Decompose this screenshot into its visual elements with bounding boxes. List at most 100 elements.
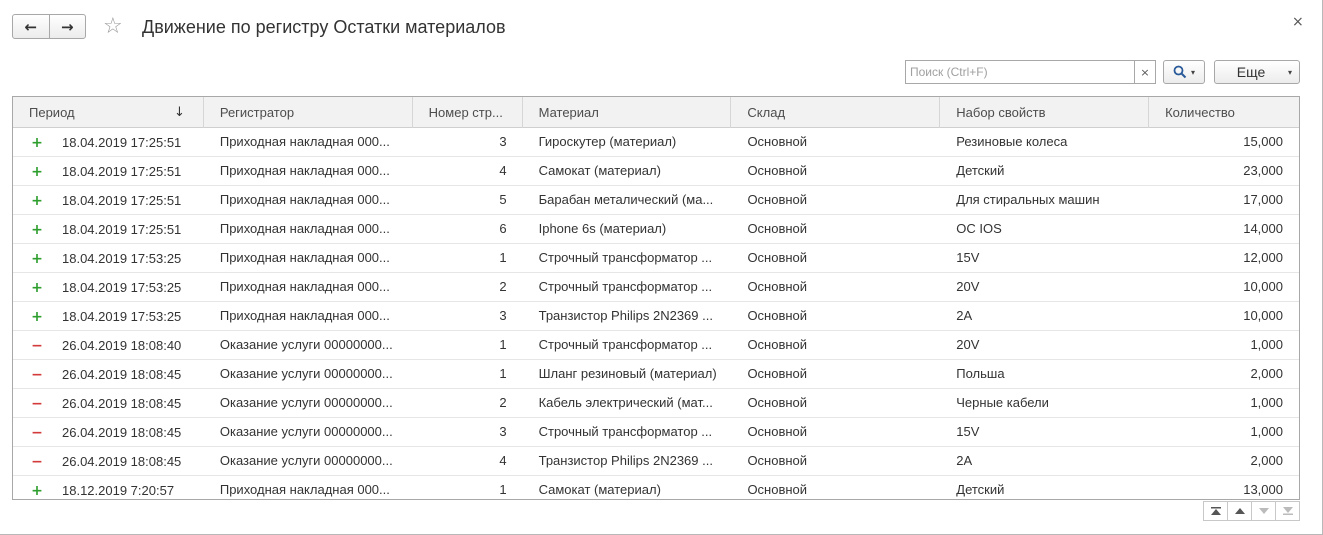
table-row[interactable]: − 26.04.2019 18:08:45 Оказание услуги 0000… [13,447,1299,476]
table-row[interactable]: +18.04.2019 17:53:25 Приходная накладная … [13,244,1299,273]
receipt-plus-icon: + [31,308,43,325]
quantity-cell: 17,000 [1243,192,1283,207]
first-page-button[interactable] [1204,502,1227,520]
line-number-cell: 3 [499,134,507,149]
more-button[interactable]: Еще ▾ [1214,60,1300,84]
quantity-cell: 12,000 [1243,250,1283,265]
expense-minus-icon: − [31,395,43,412]
properties-cell: Для стиральных машин [956,192,1100,207]
column-header-properties[interactable]: Набор свойств [940,97,1150,128]
line-number-cell: 5 [499,192,507,207]
registrar-cell: Оказание услуги 00000000... [219,395,393,410]
material-cell: Строчный трансформатор ... [538,424,713,439]
material-cell: Транзистор Philips 2N2369 ... [538,453,713,468]
warehouse-cell: Основной [747,308,808,323]
table-row[interactable]: − 26.04.2019 18:08:45 Оказание услуги 0000… [13,360,1299,389]
search-clear-button[interactable]: × [1134,61,1155,83]
period-text: 26.04.2019 18:08:45 [62,395,182,411]
period-text: 26.04.2019 18:08:45 [62,366,182,382]
previous-page-button[interactable] [1227,502,1251,520]
back-button[interactable]: ← [13,15,49,38]
arrow-right-icon: → [60,17,74,36]
registrar-cell: Приходная накладная 000... [219,482,390,497]
warehouse-cell: Основной [747,250,808,265]
period-text: 18.04.2019 17:53:25 [62,308,182,324]
table-row[interactable]: +18.04.2019 17:25:51 Приходная накладная … [13,128,1299,157]
registrar-cell: Приходная накладная 000... [219,221,390,236]
receipt-plus-icon: + [31,221,43,238]
line-number-cell: 1 [499,366,507,381]
period-text: 18.04.2019 17:25:51 [62,134,182,150]
column-header-warehouse[interactable]: Склад [731,97,941,128]
period-cell: − 26.04.2019 18:08:45 [13,447,204,476]
properties-cell: 15V [956,424,980,439]
material-cell: Строчный трансформатор ... [538,250,713,265]
quantity-cell: 23,000 [1243,163,1283,178]
line-number-cell: 1 [499,482,507,497]
material-cell: Транзистор Philips 2N2369 ... [538,308,713,323]
table-header: Период ↓ Регистратор Номер стр... Матери… [13,97,1299,128]
table-row[interactable]: − 26.04.2019 18:08:40 Оказание услуги 0000… [13,331,1299,360]
material-cell: Гироскутер (материал) [538,134,677,149]
table-row[interactable]: +18.04.2019 17:53:25 Приходная накладная … [13,273,1299,302]
properties-cell: 15V [956,250,980,265]
line-number-cell: 4 [499,163,507,178]
receipt-plus-icon: + [31,279,43,296]
period-cell: − 26.04.2019 18:08:45 [13,418,204,447]
expense-minus-icon: − [31,424,43,441]
quantity-cell: 1,000 [1250,424,1283,439]
search-input[interactable] [906,61,1134,83]
warehouse-cell: Основной [747,366,808,381]
quantity-cell: 1,000 [1250,395,1283,410]
table-row[interactable]: +18.04.2019 17:25:51 Приходная накладная … [13,215,1299,244]
search-box: × [905,60,1156,84]
table-row[interactable]: +18.04.2019 17:53:25 Приходная накладная … [13,302,1299,331]
receipt-plus-icon: + [31,250,43,267]
last-page-button[interactable] [1275,502,1299,520]
next-page-icon [1258,508,1269,514]
material-cell: Iphone 6s (материал) [538,221,667,236]
table-row[interactable]: − 26.04.2019 18:08:45 Оказание услуги 0000… [13,418,1299,447]
material-cell: Строчный трансформатор ... [538,279,713,294]
properties-cell: Резиновые колеса [956,134,1068,149]
forward-button[interactable]: → [48,15,86,38]
column-header-label: Период [29,105,75,120]
sort-descending-icon: ↓ [173,105,185,120]
navigation-buttons: ← → [12,14,86,39]
properties-cell: Черные кабели [956,395,1049,410]
registrar-cell: Приходная накладная 000... [219,279,390,294]
period-cell: +18.04.2019 17:53:25 [13,273,204,302]
column-header-material[interactable]: Материал [523,97,732,128]
arrow-left-icon: ← [24,17,38,36]
close-icon[interactable]: × [1292,14,1304,30]
period-cell: +18.12.2019 7:20:57 [13,476,204,499]
quantity-cell: 10,000 [1243,279,1283,294]
registrar-cell: Приходная накладная 000... [219,192,390,207]
line-number-cell: 3 [499,308,507,323]
table-row[interactable]: +18.04.2019 17:25:51 Приходная накладная … [13,186,1299,215]
page-title: Движение по регистру Остатки материалов [142,17,506,37]
receipt-plus-icon: + [31,192,43,209]
search-options-button[interactable]: ▾ [1163,60,1205,84]
properties-cell: Детский [956,482,1005,497]
warehouse-cell: Основной [747,279,808,294]
column-header-registrar[interactable]: Регистратор [204,97,413,128]
period-cell: − 26.04.2019 18:08:40 [13,331,204,360]
expense-minus-icon: − [31,366,43,383]
period-cell: − 26.04.2019 18:08:45 [13,360,204,389]
registrar-cell: Оказание услуги 00000000... [219,453,393,468]
table-row[interactable]: − 26.04.2019 18:08:45 Оказание услуги 0000… [13,389,1299,418]
period-text: 18.04.2019 17:25:51 [62,221,182,237]
table-row[interactable]: +18.12.2019 7:20:57 Приходная накладная 0… [13,476,1299,499]
line-number-cell: 2 [499,279,507,294]
column-header-line-number[interactable]: Номер стр... [413,97,523,128]
column-header-quantity[interactable]: Количество [1149,97,1299,128]
column-header-period[interactable]: Период ↓ [13,97,204,128]
warehouse-cell: Основной [747,192,808,207]
warehouse-cell: Основной [747,163,808,178]
table-pager [1203,501,1300,521]
next-page-button[interactable] [1251,502,1275,520]
favorite-star-icon[interactable]: ☆ [103,15,123,39]
quantity-cell: 14,000 [1243,221,1283,236]
table-row[interactable]: +18.04.2019 17:25:51 Приходная накладная … [13,157,1299,186]
